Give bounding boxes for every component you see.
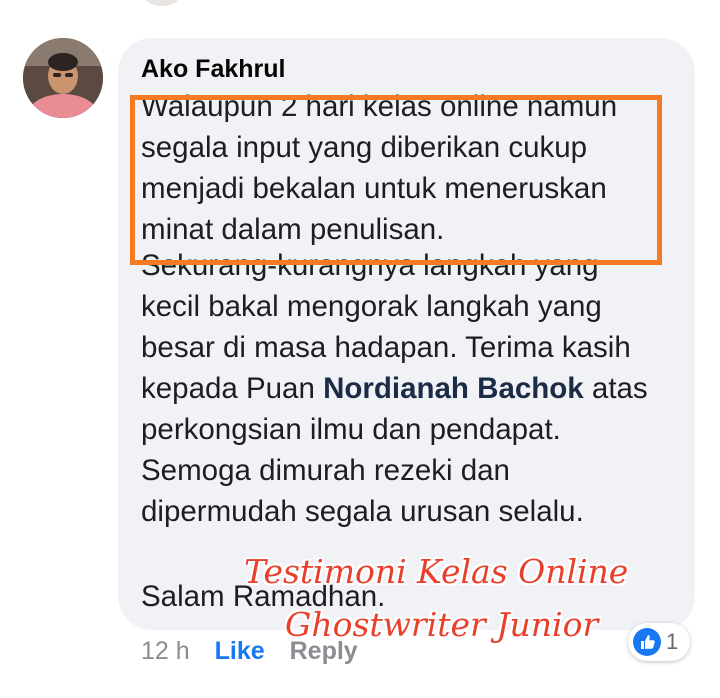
comment-line: dipermudah segala urusan selalu. <box>141 495 584 528</box>
timestamp[interactable]: 12 h <box>141 637 190 665</box>
watermark-line-1: Testimoni Kelas Online <box>244 552 629 591</box>
previous-avatar <box>140 0 184 6</box>
mention-prefix: kepada Puan <box>141 372 324 405</box>
reaction-count: 1 <box>666 629 679 654</box>
reply-button[interactable]: Reply <box>290 637 358 665</box>
comment-author[interactable]: Ako Fakhrul <box>141 55 285 84</box>
avatar[interactable] <box>23 38 103 118</box>
mention-link[interactable]: Nordianah Bachok <box>323 372 584 405</box>
reaction-summary[interactable]: 1 <box>628 623 690 661</box>
comment-line: Semoga dimurah rezeki dan <box>141 454 510 487</box>
comment-line: besar di masa hadapan. Terima kasih <box>141 331 631 364</box>
comment-line: kecil bakal mengorak langkah yang <box>141 290 602 323</box>
thumbs-up-icon <box>641 635 655 649</box>
comment-body: Sekurang-kurangnya langkah yang kecil ba… <box>141 250 681 568</box>
comment-line-with-mention: kepada Puan Nordianah Bachok atas <box>141 368 681 409</box>
highlight-box <box>130 95 662 265</box>
mention-suffix: atas <box>583 372 648 405</box>
comment-actions: 12 h Like Reply <box>141 637 376 666</box>
like-button[interactable]: Like <box>215 637 265 665</box>
avatar-photo <box>23 38 103 118</box>
like-icon <box>633 628 661 656</box>
comment-line: perkongsian ilmu dan pendapat. <box>141 413 561 446</box>
